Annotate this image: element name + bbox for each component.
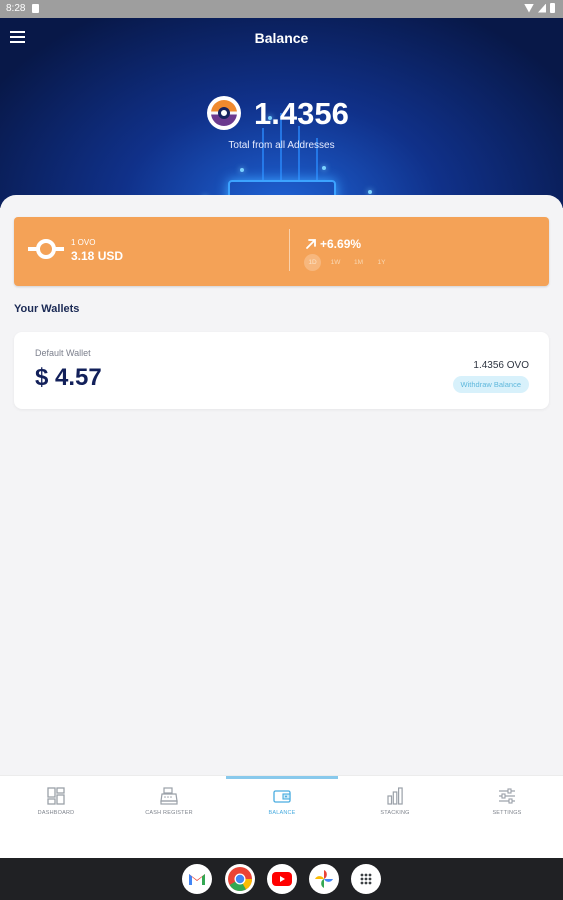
active-tab-indicator [226,776,338,779]
tab-stacking[interactable]: STACKING [339,786,451,816]
circuit-node [240,168,244,172]
wallet-usd-value: $ 4.57 [35,364,102,391]
tab-balance[interactable]: BALANCE [226,786,338,816]
circuit-node [322,166,326,170]
tab-dashboard[interactable]: DASHBOARD [0,786,112,816]
tab-label: SETTINGS [492,810,522,816]
circuit-node [368,190,372,194]
period-1m[interactable]: 1M [350,254,367,271]
circuit-trace [262,128,264,180]
total-balance: 1.4356 [254,96,349,131]
sim-card-icon [32,4,39,13]
tab-label: CASH REGISTER [145,810,193,816]
price-divider [289,229,290,271]
price-card: 1 OVO 3.18 USD +6.69% 1D 1W 1M 1Y [14,217,549,286]
system-dock [0,858,563,900]
dashboard-icon [47,787,65,805]
ovo-plug-icon [28,237,64,263]
status-icons [524,3,555,13]
tab-label: BALANCE [268,810,296,816]
wallets-heading: Your Wallets [14,303,80,315]
sliders-icon [499,788,515,804]
ovo-coin-logo [207,96,241,130]
wallet-ovo-value: 1.4356 OVO [473,360,529,371]
period-1w[interactable]: 1W [327,254,344,271]
app-drawer-icon[interactable] [351,864,381,894]
page-title: Balance [254,30,309,46]
withdraw-balance-button[interactable]: Withdraw Balance [452,376,529,393]
battery-icon [550,3,555,13]
price-usd: 3.18 USD [71,249,124,263]
photos-icon[interactable] [309,864,339,894]
wallet-icon [273,790,291,803]
period-selector: 1D 1W 1M 1Y [304,254,390,271]
tab-label: DASHBOARD [37,810,75,816]
price-change: +6.69% [320,237,362,251]
period-1d[interactable]: 1D [304,254,321,271]
tab-label: STACKING [380,810,410,816]
bottom-nav: DASHBOARD CASH REGISTER BALANCE STACKING [0,775,563,859]
cash-register-icon [160,787,178,805]
wifi-icon [524,3,534,13]
tab-settings[interactable]: SETTINGS [451,786,563,816]
trend-up-arrow-icon [306,239,316,249]
gmail-icon[interactable] [182,864,212,894]
price-unit: 1 OVO [71,238,96,247]
period-1y[interactable]: 1Y [373,254,390,271]
chrome-icon[interactable] [225,864,255,894]
bar-chart-icon [387,787,403,805]
status-bar: 8:28 [0,0,563,18]
wallet-card[interactable]: Default Wallet $ 4.57 1.4356 OVO Withdra… [14,332,549,409]
youtube-icon[interactable] [267,864,297,894]
status-time: 8:28 [6,3,26,14]
circuit-trace [298,126,300,180]
balance-caption: Total from all Addresses [228,140,335,151]
wallet-name: Default Wallet [35,348,91,358]
tab-cash-register[interactable]: CASH REGISTER [113,786,225,816]
cellular-signal-icon [538,3,546,13]
